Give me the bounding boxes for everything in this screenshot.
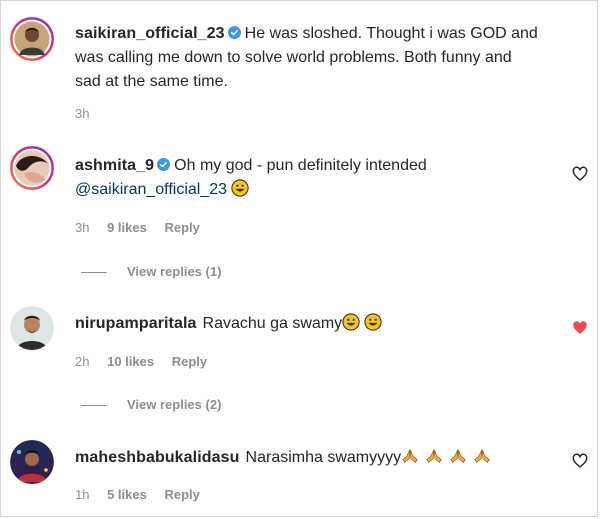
divider-line — [81, 272, 107, 274]
comment-username[interactable]: ashmita_9 — [75, 157, 154, 174]
comment-body: maheshbabukalidasu Narasimha swamyyyy — [75, 446, 540, 470]
comment-text: Oh my god - pun definitely intended — [174, 157, 427, 174]
reply-button[interactable]: Reply — [164, 487, 199, 502]
likes-count[interactable]: 9 likes — [107, 220, 147, 235]
comment-time[interactable]: 3h — [75, 106, 89, 121]
avatar[interactable] — [10, 17, 54, 61]
comment-username[interactable]: saikiran_official_23 — [75, 25, 225, 42]
view-replies-button[interactable]: View replies (1) — [81, 264, 221, 279]
comment-item: nirupamparitala Ravachu ga swamy 2h 10 li… — [0, 280, 600, 420]
reply-button[interactable]: Reply — [172, 354, 207, 369]
reply-button[interactable]: Reply — [164, 220, 199, 235]
folded-hands-icon — [474, 449, 490, 463]
heart-outline-icon[interactable] — [572, 166, 588, 182]
folded-hands-icon — [402, 449, 418, 463]
comment-meta: 2h 10 likes Reply — [75, 354, 221, 369]
comment-meta: 1h 5 likes Reply — [75, 487, 214, 502]
comment-time[interactable]: 3h — [75, 220, 89, 235]
comment-item: maheshbabukalidasu Narasimha swamyyyy 1h … — [0, 420, 600, 519]
view-replies-button[interactable]: View replies (2) — [81, 397, 221, 412]
heart-outline-icon[interactable] — [572, 453, 588, 469]
likes-count[interactable]: 10 likes — [107, 354, 154, 369]
mention-link[interactable]: @saikiran_official_23 — [75, 181, 227, 198]
verified-badge-icon — [157, 158, 171, 171]
comment-time[interactable]: 2h — [75, 354, 89, 369]
comment-meta: 3h 9 likes Reply — [75, 220, 214, 235]
avatar[interactable] — [10, 306, 54, 350]
comment-meta: 3h — [75, 106, 103, 121]
comment-text: Narasimha swamyyyy — [245, 449, 402, 466]
view-replies-label: View replies (2) — [127, 397, 222, 412]
view-replies-label: View replies (1) — [127, 264, 222, 279]
comment-body: nirupamparitala Ravachu ga swamy — [75, 312, 540, 336]
verified-badge-icon — [227, 26, 241, 39]
comment-body: saikiran_official_23 He was sloshed. Thou… — [75, 22, 540, 94]
comment-username[interactable]: maheshbabukalidasu — [75, 449, 240, 466]
avatar[interactable] — [10, 146, 54, 190]
avatar[interactable] — [10, 440, 54, 484]
grinning-face-icon — [364, 313, 382, 331]
comment-text: Ravachu ga swamy — [202, 315, 343, 332]
folded-hands-icon — [426, 449, 442, 463]
comment-body: ashmita_9 Oh my god - pun definitely inte… — [75, 154, 540, 202]
heart-filled-icon[interactable] — [572, 320, 588, 336]
comment-time[interactable]: 1h — [75, 487, 89, 502]
likes-count[interactable]: 5 likes — [107, 487, 147, 502]
folded-hands-icon — [450, 449, 466, 463]
comment-item: ashmita_9 Oh my god - pun definitely inte… — [0, 130, 600, 280]
grinning-face-icon — [231, 179, 250, 197]
comment-username[interactable]: nirupamparitala — [75, 315, 197, 332]
divider-line — [81, 405, 107, 407]
grinning-face-icon — [342, 313, 360, 331]
comment-item: saikiran_official_23 He was sloshed. Thou… — [0, 0, 600, 130]
